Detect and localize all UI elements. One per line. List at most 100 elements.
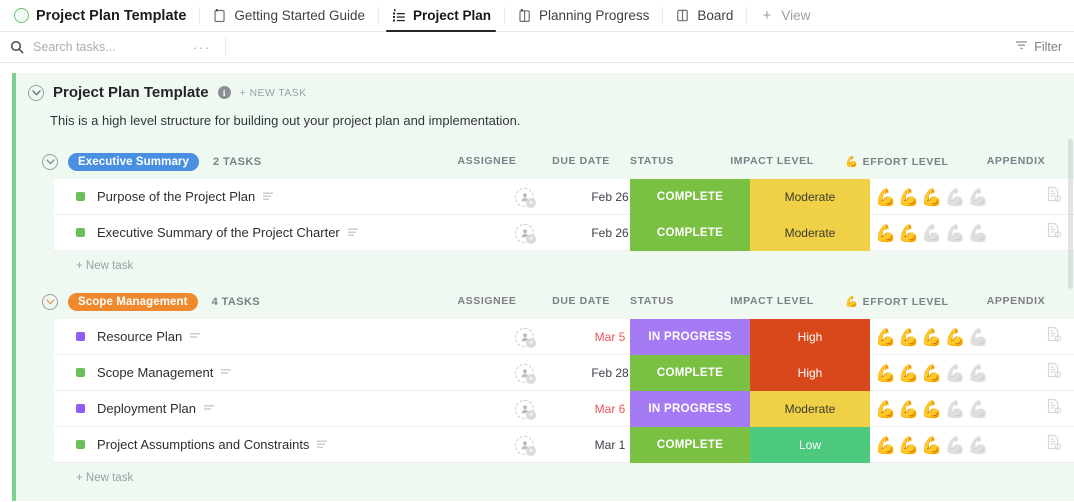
add-assignee-plus-icon[interactable]: + [526,410,536,420]
group-badge[interactable]: Executive Summary [68,153,199,171]
bicep-icon[interactable]: 💪 [945,365,966,382]
bicep-icon[interactable]: 💪 [968,401,989,418]
avatar-add-icon[interactable]: + [515,436,534,455]
bicep-icon[interactable]: 💪 [968,189,989,206]
effort-level-cell[interactable]: 💪 💪 💪 💪 💪 [870,319,994,355]
impact-badge[interactable]: Low [750,427,870,463]
bicep-icon[interactable]: 💪 [921,189,942,206]
appendix-cell[interactable] [994,215,1074,251]
appendix-cell[interactable] [994,319,1074,355]
avatar-add-icon[interactable]: + [515,400,534,419]
effort-level-cell[interactable]: 💪 💪 💪 💪 💪 [870,427,994,463]
bicep-icon[interactable]: 💪 [875,365,896,382]
effort-level-cell[interactable]: 💪 💪 💪 💪 💪 [870,215,994,251]
table-row[interactable]: Purpose of the Project Plan + Feb 26 [54,179,1074,215]
effort-level-cell[interactable]: 💪 💪 💪 💪 💪 [870,355,994,391]
document-attachment-icon[interactable] [1046,434,1062,456]
tab-getting-started-guide[interactable]: Getting Started Guide [199,0,378,31]
bicep-icon[interactable]: 💪 [968,225,989,242]
collapse-group-chevron-icon[interactable] [42,154,58,170]
document-attachment-icon[interactable] [1046,326,1062,348]
avatar-add-icon[interactable]: + [515,364,534,383]
bicep-icon[interactable]: 💪 [921,401,942,418]
impact-cell[interactable]: Moderate [750,179,870,215]
status-cell[interactable]: IN PROGRESS [630,391,750,427]
status-badge[interactable]: IN PROGRESS [630,319,750,355]
appendix-cell[interactable] [994,427,1074,463]
group-badge[interactable]: Scope Management [68,293,198,311]
status-badge[interactable]: COMPLETE [630,427,750,463]
add-new-task-button[interactable]: + New task [16,463,1074,484]
status-cell[interactable]: IN PROGRESS [630,319,750,355]
impact-cell[interactable]: High [750,355,870,391]
bicep-icon[interactable]: 💪 [968,437,989,454]
status-badge[interactable]: IN PROGRESS [630,391,750,427]
tab-board[interactable]: Board [662,0,746,31]
table-row[interactable]: Deployment Plan + Mar 6 IN PROG [54,391,1074,427]
add-assignee-plus-icon[interactable]: + [526,374,536,384]
appendix-cell[interactable] [994,391,1074,427]
bicep-icon[interactable]: 💪 [898,189,919,206]
impact-cell[interactable]: Moderate [750,215,870,251]
document-attachment-icon[interactable] [1046,186,1062,208]
bicep-icon[interactable]: 💪 [945,437,966,454]
impact-badge[interactable]: Moderate [750,179,870,215]
appendix-cell[interactable] [994,355,1074,391]
avatar-add-icon[interactable]: + [515,224,534,243]
add-assignee-plus-icon[interactable]: + [526,338,536,348]
bicep-icon[interactable]: 💪 [921,329,942,346]
bicep-icon[interactable]: 💪 [945,189,966,206]
add-view-button[interactable]: + View [746,0,823,31]
add-assignee-plus-icon[interactable]: + [526,198,536,208]
bicep-icon[interactable]: 💪 [898,365,919,382]
collapse-card-chevron-icon[interactable] [28,85,44,101]
bicep-icon[interactable]: 💪 [945,329,966,346]
impact-cell[interactable]: High [750,319,870,355]
avatar-add-icon[interactable]: + [515,328,534,347]
impact-badge[interactable]: Moderate [750,215,870,251]
filter-button[interactable]: Filter [1015,40,1064,54]
status-cell[interactable]: COMPLETE [630,355,750,391]
bicep-icon[interactable]: 💪 [898,437,919,454]
status-cell[interactable]: COMPLETE [630,427,750,463]
bicep-icon[interactable]: 💪 [945,401,966,418]
impact-cell[interactable]: Moderate [750,391,870,427]
more-options-button[interactable]: ··· [193,40,211,55]
bicep-icon[interactable]: 💪 [898,225,919,242]
bicep-icon[interactable]: 💪 [945,225,966,242]
impact-badge[interactable]: High [750,319,870,355]
status-cell[interactable]: COMPLETE [630,215,750,251]
bicep-icon[interactable]: 💪 [875,189,896,206]
tab-home-project-plan-template[interactable]: Project Plan Template [8,0,199,31]
tab-project-plan[interactable]: Project Plan [378,0,504,31]
impact-badge[interactable]: High [750,355,870,391]
status-cell[interactable]: COMPLETE [630,179,750,215]
impact-badge[interactable]: Moderate [750,391,870,427]
new-task-button[interactable]: + NEW TASK [240,87,307,99]
bicep-icon[interactable]: 💪 [968,365,989,382]
table-row[interactable]: Project Assumptions and Constraints + Ma… [54,427,1074,463]
impact-cell[interactable]: Low [750,427,870,463]
status-badge[interactable]: COMPLETE [630,215,750,251]
bicep-icon[interactable]: 💪 [921,225,942,242]
bicep-icon[interactable]: 💪 [875,329,896,346]
table-row[interactable]: Resource Plan + Mar 5 IN PROGRE [54,319,1074,355]
document-attachment-icon[interactable] [1046,398,1062,420]
status-badge[interactable]: COMPLETE [630,179,750,215]
document-attachment-icon[interactable] [1046,222,1062,244]
document-attachment-icon[interactable] [1046,362,1062,384]
effort-level-cell[interactable]: 💪 💪 💪 💪 💪 [870,391,994,427]
add-new-task-button[interactable]: + New task [16,251,1074,272]
table-row[interactable]: Scope Management + Feb 28 COMPL [54,355,1074,391]
effort-level-cell[interactable]: 💪 💪 💪 💪 💪 [870,179,994,215]
add-assignee-plus-icon[interactable]: + [526,446,536,456]
bicep-icon[interactable]: 💪 [875,225,896,242]
bicep-icon[interactable]: 💪 [898,401,919,418]
vertical-scrollbar[interactable] [1068,139,1073,289]
add-assignee-plus-icon[interactable]: + [526,234,536,244]
collapse-group-chevron-icon[interactable] [42,294,58,310]
search-input[interactable] [33,40,183,54]
info-icon[interactable]: i [218,86,231,99]
table-row[interactable]: Executive Summary of the Project Charter… [54,215,1074,251]
tab-planning-progress[interactable]: Planning Progress [504,0,662,31]
